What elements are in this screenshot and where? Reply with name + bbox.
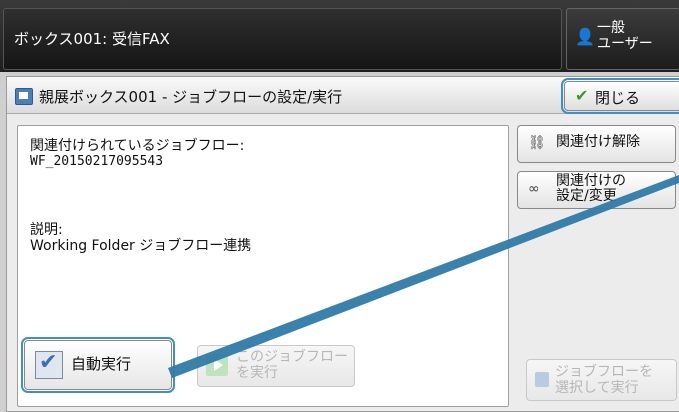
checkmark-icon: ✔ (575, 86, 589, 105)
top-bar: ボックス001: 受信FAX 👤 一般 ユーザー (0, 0, 679, 72)
link-settings-line2: 設定/変更 (556, 188, 617, 204)
user-mode-button[interactable]: 👤 一般 ユーザー (566, 8, 679, 70)
screen-title-panel: ボックス001: 受信FAX (3, 8, 562, 70)
user-mode-line2: ユーザー (597, 36, 653, 52)
run-this-flow-label: このジョブフロー を実行 (236, 349, 348, 381)
mailbox-icon (15, 88, 33, 105)
description-label: 説明: (30, 222, 63, 238)
dialog-title: 親展ボックス001 - ジョブフローの設定/実行 (39, 88, 343, 106)
select-and-run-button[interactable]: ジョブフローを 選択して実行 (526, 359, 677, 401)
description-value: Working Folder ジョブフロー連携 (30, 238, 252, 254)
dialog-header: 親展ボックス001 - ジョブフローの設定/実行 ✔ 閉じる (7, 77, 679, 114)
linked-flow-label: 関連付けられているジョブフロー: (30, 138, 245, 154)
user-mode-label: 一般 ユーザー (597, 20, 653, 52)
auto-run-checkbox[interactable]: 自動実行 (21, 337, 175, 393)
run-flow-line2: を実行 (236, 365, 278, 381)
mailbox-icon (535, 372, 549, 387)
close-button-label: 閉じる (595, 89, 641, 107)
select-run-line2: 選択して実行 (555, 380, 639, 396)
play-icon (206, 354, 228, 376)
link-settings-button[interactable]: ∞ 関連付けの 設定/変更 (517, 171, 676, 209)
screen-title: ボックス001: 受信FAX (14, 30, 170, 48)
select-run-line1: ジョブフローを (555, 364, 653, 380)
select-and-run-label: ジョブフローを 選択して実行 (555, 364, 653, 396)
user-icon: 👤 (575, 27, 595, 46)
run-this-flow-button[interactable]: このジョブフロー を実行 (197, 345, 355, 387)
job-flow-dialog: 親展ボックス001 - ジョブフローの設定/実行 ✔ 閉じる 関連付けられている… (6, 76, 679, 412)
linked-flow-value: WF_20150217095543 (30, 154, 164, 169)
checkbox-checked-icon (35, 350, 63, 379)
unlink-icon: ⛓ (528, 135, 546, 151)
unlink-button-label: 関連付け解除 (556, 134, 640, 150)
link-settings-label: 関連付けの 設定/変更 (556, 174, 626, 204)
link-settings-line1: 関連付けの (556, 173, 626, 189)
auto-run-label: 自動実行 (71, 355, 132, 373)
user-mode-line1: 一般 (597, 20, 625, 36)
run-flow-line1: このジョブフロー (236, 349, 348, 365)
link-icon: ∞ (528, 181, 540, 197)
close-button[interactable]: ✔ 閉じる (561, 78, 679, 114)
unlink-button[interactable]: ⛓ 関連付け解除 (517, 125, 676, 163)
